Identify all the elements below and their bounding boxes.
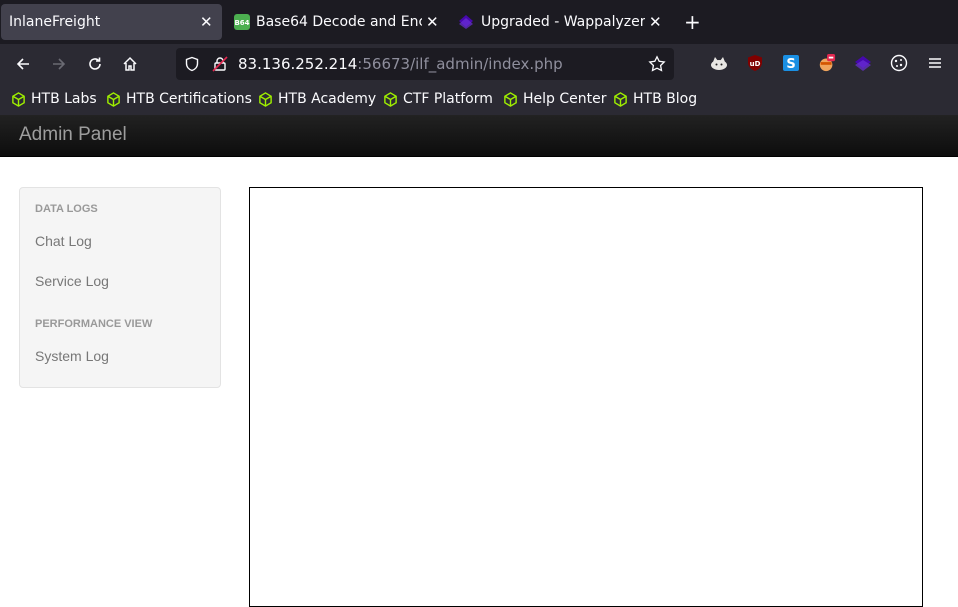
bookmark-label: Help Center	[523, 91, 607, 107]
bookmark-label: HTB Academy	[278, 91, 377, 107]
wappalyzer-extension-icon[interactable]	[854, 54, 872, 72]
forward-arrow-icon[interactable]	[49, 54, 69, 74]
back-arrow-icon[interactable]	[13, 54, 33, 74]
htb-cube-icon	[107, 91, 120, 107]
navigation-toolbar: 83.136.252.214:56673/ilf_admin/index.php…	[0, 44, 958, 84]
menu-icon[interactable]	[926, 54, 944, 72]
url-path: :56673/ilf_admin/index.php	[357, 55, 563, 73]
bookmark-htb-certifications[interactable]: HTB Certifications	[106, 91, 252, 107]
nav-header-performance-view: Performance View	[35, 318, 153, 330]
bookmark-htb-blog[interactable]: HTB Blog	[613, 91, 697, 107]
content-iframe[interactable]	[249, 187, 923, 607]
nav-link-system-log[interactable]: System Log	[35, 348, 109, 364]
htb-cube-icon	[614, 91, 627, 107]
sidebar-nav: Data Logs Chat Log Service Log Performan…	[19, 187, 221, 388]
svg-text:B64: B64	[234, 19, 249, 27]
htb-cube-icon	[259, 91, 272, 107]
tab-base64[interactable]: B64 Base64 Decode and Encode - Online ✕	[230, 4, 442, 40]
bookmark-ctf-platform[interactable]: CTF Platform	[383, 91, 493, 107]
tab-title: Upgraded - Wappalyzer	[481, 14, 646, 30]
bookmark-label: HTB Certifications	[126, 91, 252, 107]
close-tab-icon[interactable]: ✕	[649, 13, 662, 31]
browser-chrome: InlaneFreight ✕ B64 Base64 Decode and En…	[0, 0, 958, 115]
bookmark-help-center[interactable]: Help Center	[503, 91, 607, 107]
ublock-origin-icon[interactable]: uD	[746, 54, 764, 72]
nav-link-chat-log[interactable]: Chat Log	[35, 233, 92, 249]
bookmark-label: HTB Labs	[31, 91, 97, 107]
bookmarks-toolbar: HTB Labs HTB Certifications HTB Academy …	[0, 84, 958, 115]
tab-title: InlaneFreight	[9, 14, 101, 30]
extension-s-icon[interactable]: S	[782, 54, 800, 72]
home-icon[interactable]	[120, 54, 140, 74]
close-tab-icon[interactable]: ✕	[426, 13, 439, 31]
app-navbar: Admin Panel	[0, 115, 958, 157]
close-tab-icon[interactable]: ✕	[200, 13, 213, 31]
base64-favicon-icon: B64	[234, 14, 250, 30]
wappalyzer-favicon-icon	[459, 15, 473, 29]
cookie-icon[interactable]	[890, 54, 908, 72]
shield-icon[interactable]	[184, 56, 200, 72]
url-text: 83.136.252.214:56673/ilf_admin/index.php	[238, 55, 563, 73]
nav-link-service-log[interactable]: Service Log	[35, 273, 109, 289]
new-tab-icon[interactable]: +	[684, 4, 704, 40]
bookmark-label: HTB Blog	[633, 91, 698, 107]
htb-cube-icon	[384, 91, 397, 107]
htb-cube-icon	[504, 91, 517, 107]
brand-link[interactable]: Admin Panel	[19, 124, 127, 146]
star-icon[interactable]	[648, 55, 666, 73]
extension-cat-icon[interactable]	[710, 54, 728, 72]
htb-cube-icon	[12, 91, 25, 107]
extension-cookie-jar-icon[interactable]	[818, 54, 836, 72]
tab-title: Base64 Decode and Encode - Online	[256, 14, 422, 30]
tab-bar: InlaneFreight ✕ B64 Base64 Decode and En…	[0, 0, 958, 44]
reload-icon[interactable]	[85, 54, 105, 74]
url-host: 83.136.252.214	[238, 55, 358, 73]
tab-inlanefreight[interactable]: InlaneFreight ✕	[1, 4, 222, 40]
tab-wappalyzer[interactable]: Upgraded - Wappalyzer ✕	[450, 4, 668, 40]
bookmark-label: CTF Platform	[403, 91, 493, 107]
svg-text:S: S	[786, 57, 795, 72]
address-bar[interactable]: 83.136.252.214:56673/ilf_admin/index.php	[176, 48, 674, 80]
bookmark-htb-labs[interactable]: HTB Labs	[11, 91, 97, 107]
bookmark-htb-academy[interactable]: HTB Academy	[258, 91, 376, 107]
svg-text:uD: uD	[750, 60, 761, 68]
lock-insecure-icon[interactable]	[212, 56, 228, 72]
nav-header-data-logs: Data Logs	[35, 203, 98, 215]
